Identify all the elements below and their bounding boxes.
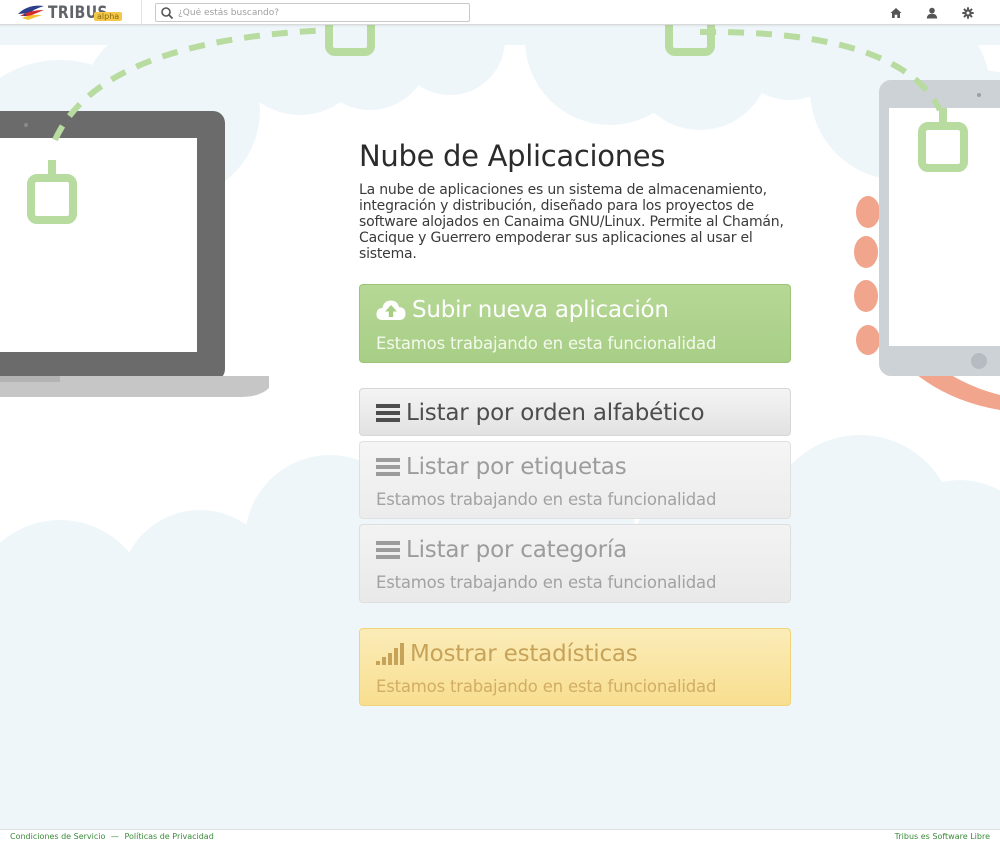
user-button[interactable] bbox=[917, 0, 947, 25]
privacy-policy-link[interactable]: Políticas de Privacidad bbox=[124, 832, 213, 841]
signal-bars-icon bbox=[376, 643, 404, 665]
upload-app-tile[interactable]: Subir nueva aplicación Estamos trabajand… bbox=[359, 284, 791, 363]
list-by-tags-label: Listar por etiquetas bbox=[406, 454, 627, 480]
cloud-upload-icon bbox=[376, 300, 406, 320]
list-by-tags-tile[interactable]: Listar por etiquetas Estamos trabajando … bbox=[359, 441, 791, 519]
footer-separator: — bbox=[110, 832, 119, 841]
home-button[interactable] bbox=[881, 0, 911, 25]
top-navbar: TRIBUS alpha bbox=[0, 0, 1000, 25]
list-by-category-subtitle: Estamos trabajando en esta funcionalidad bbox=[376, 573, 717, 592]
home-icon bbox=[890, 7, 902, 18]
list-alphabetical-label: Listar por orden alfabético bbox=[406, 400, 705, 426]
free-software-link[interactable]: Tribus es Software Libre bbox=[895, 832, 990, 841]
main-content: Nube de Aplicaciones La nube de aplicaci… bbox=[359, 138, 791, 262]
page-title: Nube de Aplicaciones bbox=[359, 139, 666, 173]
list-icon bbox=[376, 404, 400, 422]
search-input[interactable] bbox=[178, 7, 458, 18]
list-by-tags-subtitle: Estamos trabajando en esta funcionalidad bbox=[376, 490, 717, 509]
terms-of-service-link[interactable]: Condiciones de Servicio bbox=[10, 832, 105, 841]
list-by-category-label: Listar por categoría bbox=[406, 537, 628, 563]
show-statistics-label: Mostrar estadísticas bbox=[410, 641, 638, 667]
upload-app-subtitle: Estamos trabajando en esta funcionalidad bbox=[376, 334, 717, 353]
alpha-badge: alpha bbox=[94, 12, 123, 21]
navbar-divider bbox=[141, 0, 142, 25]
upload-app-label: Subir nueva aplicación bbox=[412, 297, 669, 323]
search-box bbox=[155, 3, 470, 22]
show-statistics-tile[interactable]: Mostrar estadísticas Estamos trabajando … bbox=[359, 628, 791, 706]
list-icon bbox=[376, 541, 400, 559]
gear-icon bbox=[962, 6, 974, 19]
page-footer: Condiciones de Servicio — Políticas de P… bbox=[0, 829, 1000, 849]
list-alphabetical-tile[interactable]: Listar por orden alfabético bbox=[359, 388, 791, 436]
search-icon[interactable] bbox=[160, 6, 174, 20]
list-icon bbox=[376, 458, 400, 476]
user-icon bbox=[926, 7, 938, 18]
show-statistics-subtitle: Estamos trabajando en esta funcionalidad bbox=[376, 677, 717, 696]
page-description: La nube de aplicaciones es un sistema de… bbox=[359, 182, 784, 262]
settings-button[interactable] bbox=[953, 0, 983, 25]
list-by-category-tile[interactable]: Listar por categoría Estamos trabajando … bbox=[359, 524, 791, 603]
tribus-bird-logo-icon bbox=[18, 5, 44, 20]
